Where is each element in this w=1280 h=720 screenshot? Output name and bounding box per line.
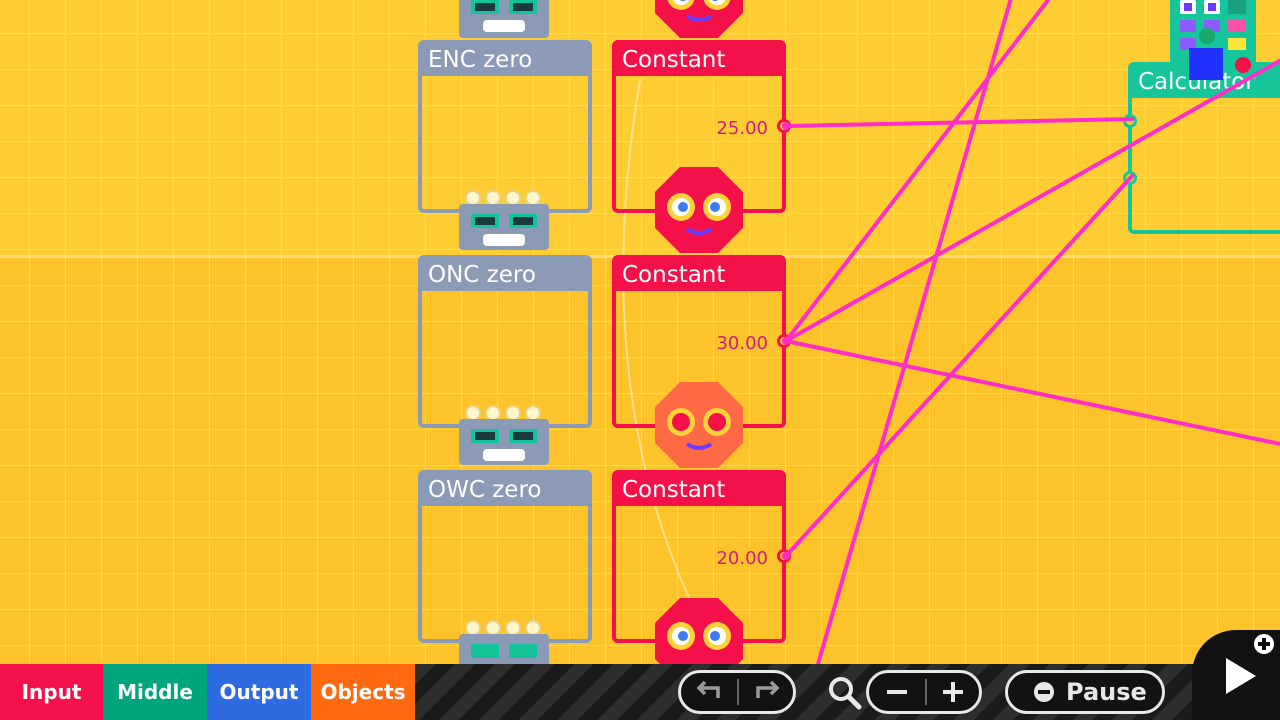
- tab-objects[interactable]: Objects: [311, 664, 415, 720]
- redo-icon: [756, 680, 780, 698]
- tab-middle[interactable]: Middle: [103, 664, 207, 720]
- zoom-out-button[interactable]: [869, 673, 925, 711]
- undo-button[interactable]: [681, 673, 737, 711]
- wire-end: [782, 122, 790, 130]
- wire-layer: [782, 0, 1280, 666]
- pause-label: Pause: [1066, 678, 1147, 706]
- magnifier-icon: [829, 677, 862, 710]
- wire: [784, 174, 1134, 558]
- wire: [784, 117, 1134, 128]
- zoom-in-button[interactable]: [927, 673, 979, 711]
- play-icon: [1226, 658, 1256, 694]
- wire: [816, 0, 1013, 666]
- undo-icon: [696, 680, 720, 698]
- minus-circle-icon: [1034, 682, 1054, 702]
- wire-end: [782, 552, 790, 560]
- tab-output[interactable]: Output: [207, 664, 311, 720]
- undo-redo-group: [678, 670, 796, 714]
- redo-button[interactable]: [739, 673, 795, 711]
- wire: [784, 339, 1280, 446]
- pause-button[interactable]: Pause: [1005, 670, 1165, 714]
- play-button[interactable]: [1192, 630, 1280, 720]
- plus-circle-icon[interactable]: [1253, 633, 1275, 655]
- node-canvas[interactable]: ENC zero ONC zero OWC zero Constant 25.0…: [0, 0, 1280, 720]
- plus-icon: [943, 682, 963, 702]
- wire: [784, 58, 1280, 343]
- zoom-group: [866, 670, 982, 714]
- tab-input[interactable]: Input: [0, 664, 103, 720]
- minus-icon: [887, 690, 907, 694]
- wire-end: [782, 337, 790, 345]
- wire: [784, 0, 1051, 343]
